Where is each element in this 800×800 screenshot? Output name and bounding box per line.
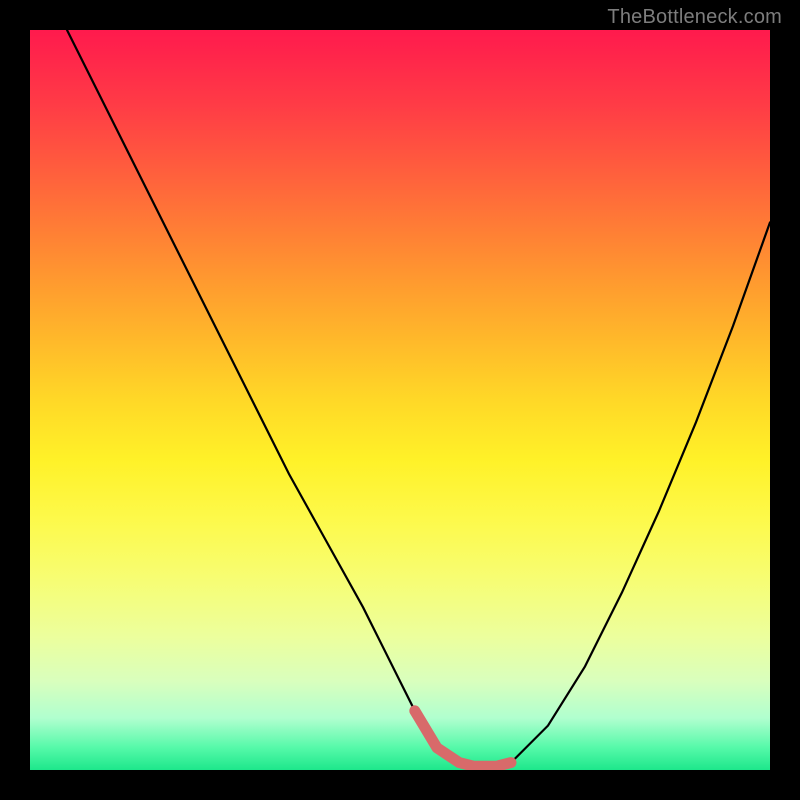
attribution-text: TheBottleneck.com	[607, 6, 782, 29]
chart-plot-area	[30, 30, 770, 770]
bottleneck-curve	[67, 30, 770, 766]
highlight-segment	[415, 711, 511, 767]
chart-svg	[30, 30, 770, 770]
